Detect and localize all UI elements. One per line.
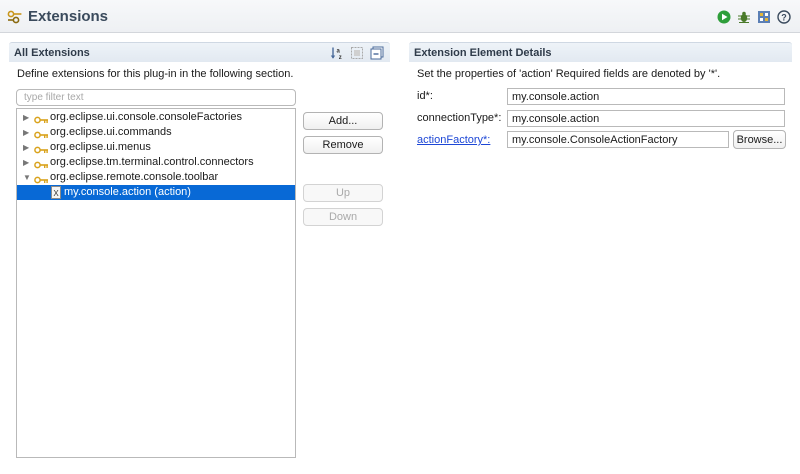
tree-item[interactable]: ▶ org.eclipse.ui.console.consoleFactorie… — [17, 110, 295, 125]
remove-button[interactable]: Remove — [303, 136, 383, 154]
action-factory-field[interactable] — [507, 131, 729, 148]
browse-button[interactable]: Browse... — [733, 130, 786, 149]
all-extensions-description: Define extensions for this plug-in in th… — [17, 68, 294, 80]
add-button[interactable]: Add... — [303, 112, 383, 130]
element-details-title: Extension Element Details — [414, 47, 552, 59]
svg-text:a: a — [337, 49, 341, 55]
connection-type-label: connectionType*: — [417, 112, 502, 124]
svg-text:z: z — [339, 55, 342, 60]
tree-item[interactable]: ▶ org.eclipse.tm.terminal.control.connec… — [17, 155, 295, 170]
extension-wizard-icon[interactable] — [757, 10, 771, 24]
show-details-icon[interactable] — [350, 46, 364, 60]
tree-item-label: org.eclipse.remote.console.toolbar — [50, 171, 219, 183]
svg-text:?: ? — [781, 12, 787, 22]
extensions-tree[interactable]: ▶ org.eclipse.ui.console.consoleFactorie… — [16, 108, 296, 458]
extensions-icon — [7, 9, 23, 25]
collapse-all-icon[interactable] — [370, 46, 384, 60]
id-field[interactable] — [507, 88, 785, 105]
tree-item[interactable]: ▼ org.eclipse.remote.console.toolbar — [17, 170, 295, 185]
extension-element-icon: X — [51, 186, 61, 199]
tree-item[interactable]: ▶ org.eclipse.ui.commands — [17, 125, 295, 140]
all-extensions-header: All Extensions a z — [9, 42, 390, 62]
filter-input[interactable] — [16, 89, 296, 106]
expand-arrow-icon[interactable]: ▶ — [23, 155, 33, 170]
tree-item[interactable]: ▶ org.eclipse.ui.menus — [17, 140, 295, 155]
debug-icon[interactable] — [737, 10, 751, 24]
element-details-description: Set the properties of 'action' Required … — [417, 68, 721, 80]
action-factory-link[interactable]: actionFactory*: — [417, 134, 490, 146]
up-button[interactable]: Up — [303, 184, 383, 202]
editor-header: Extensions ? — [0, 0, 800, 33]
connection-type-field[interactable] — [507, 110, 785, 127]
id-label: id*: — [417, 90, 433, 102]
tree-item-label: org.eclipse.ui.menus — [50, 141, 151, 153]
down-button[interactable]: Down — [303, 208, 383, 226]
run-icon[interactable] — [717, 10, 731, 24]
tree-item-label: org.eclipse.tm.terminal.control.connecto… — [50, 156, 254, 168]
svg-text:X: X — [53, 189, 59, 198]
tree-item-label: org.eclipse.ui.console.consoleFactories — [50, 111, 242, 123]
expand-arrow-icon[interactable]: ▶ — [23, 110, 33, 125]
editor-title: Extensions — [28, 8, 109, 25]
sort-alpha-icon[interactable]: a z — [330, 46, 344, 61]
all-extensions-title: All Extensions — [14, 47, 90, 59]
tree-item-label: my.console.action (action) — [64, 186, 191, 198]
editor-toolbar: ? — [717, 10, 791, 24]
tree-item-selected[interactable]: X my.console.action (action) — [17, 185, 295, 200]
all-extensions-tools: a z — [330, 46, 384, 61]
expand-arrow-icon[interactable]: ▶ — [23, 140, 33, 155]
tree-item-label: org.eclipse.ui.commands — [50, 126, 172, 138]
collapse-arrow-icon[interactable]: ▼ — [23, 170, 33, 185]
expand-arrow-icon[interactable]: ▶ — [23, 125, 33, 140]
element-details-header: Extension Element Details — [409, 42, 792, 62]
help-icon[interactable]: ? — [777, 10, 791, 24]
